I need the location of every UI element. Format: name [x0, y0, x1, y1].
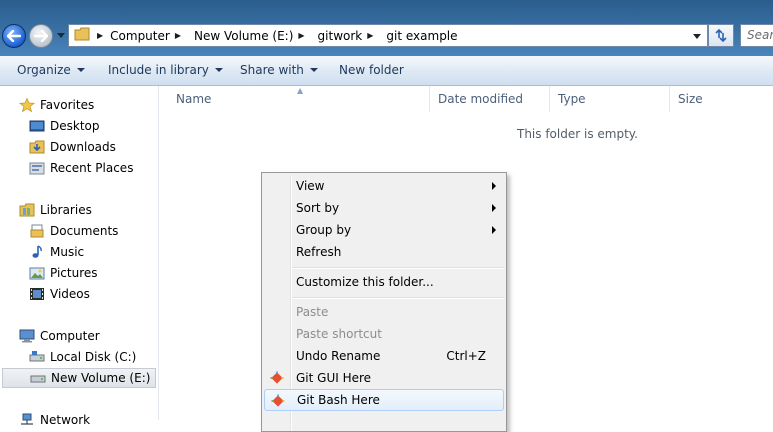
submenu-arrow-icon: [492, 204, 496, 212]
downloads-folder-icon: [29, 140, 45, 154]
share-with-button[interactable]: Share with: [240, 63, 318, 77]
include-in-library-button[interactable]: Include in library: [108, 63, 223, 77]
column-header-size[interactable]: Size: [670, 86, 773, 112]
nav-item-videos[interactable]: Videos: [29, 284, 90, 304]
menu-item-paste[interactable]: Paste: [264, 301, 504, 323]
navigation-pane: Favorites Desktop Downloads Recent Place…: [0, 86, 159, 427]
breadcrumb-root-chevron[interactable]: ▶: [92, 25, 110, 46]
pictures-icon: [29, 266, 45, 280]
forward-button[interactable]: [29, 24, 53, 48]
git-icon: [270, 371, 284, 384]
submenu-arrow-icon: [492, 182, 496, 190]
menu-item-customize-folder[interactable]: Customize this folder...: [264, 271, 504, 293]
shortcut-label: Ctrl+Z: [446, 349, 486, 363]
network-icon: [19, 413, 35, 427]
chevron-down-icon: [309, 68, 318, 72]
new-folder-button[interactable]: New folder: [339, 63, 404, 77]
column-header-name[interactable]: Name: [168, 86, 430, 112]
breadcrumb-gitwork[interactable]: gitwork ▶: [318, 25, 387, 46]
chevron-down-icon: [76, 68, 85, 72]
hard-drive-icon: [30, 371, 46, 385]
nav-item-desktop[interactable]: Desktop: [29, 116, 100, 136]
organize-button[interactable]: Organize: [17, 63, 85, 77]
git-icon: [271, 394, 285, 407]
menu-item-undo-rename[interactable]: Undo Rename Ctrl+Z: [264, 345, 504, 367]
computer-icon: [19, 329, 35, 343]
window-title-bar: ▶ Computer ▶ New Volume (E:) ▶ gitwork ▶ gi…: [0, 0, 773, 56]
nav-network[interactable]: Network: [19, 410, 90, 430]
nav-item-new-volume-e[interactable]: New Volume (E:): [2, 368, 156, 388]
command-bar: Organize Include in library Share with N…: [0, 56, 773, 86]
submenu-arrow-icon: [492, 226, 496, 234]
back-button[interactable]: [2, 24, 26, 48]
menu-separator: [292, 267, 504, 269]
nav-computer[interactable]: Computer: [19, 326, 100, 346]
music-note-icon: [29, 245, 45, 259]
back-arrow-icon: [7, 30, 21, 42]
chevron-down-icon: [214, 68, 223, 72]
menu-item-paste-shortcut[interactable]: Paste shortcut: [264, 323, 504, 345]
menu-item-git-bash-here[interactable]: Git Bash Here: [264, 389, 504, 411]
context-menu: View Sort by Group by Refresh Customize …: [261, 172, 507, 432]
breadcrumb-new-volume[interactable]: New Volume (E:) ▶: [194, 25, 318, 46]
nav-item-local-disk-c[interactable]: Local Disk (C:): [29, 347, 136, 367]
desktop-icon: [29, 119, 45, 133]
nav-item-music[interactable]: Music: [29, 242, 84, 262]
documents-icon: [29, 224, 45, 238]
menu-item-git-gui-here[interactable]: Git GUI Here: [264, 367, 504, 389]
menu-item-view[interactable]: View: [264, 175, 504, 197]
menu-separator: [292, 297, 504, 299]
nav-item-pictures[interactable]: Pictures: [29, 263, 98, 283]
forward-arrow-icon: [34, 30, 48, 42]
breadcrumb-computer[interactable]: Computer ▶: [110, 25, 194, 46]
recent-places-icon: [29, 161, 45, 175]
nav-libraries[interactable]: Libraries: [19, 200, 92, 220]
empty-folder-message: This folder is empty.: [517, 127, 638, 141]
folder-icon: [74, 27, 90, 44]
nav-item-recent-places[interactable]: Recent Places: [29, 158, 133, 178]
address-bar[interactable]: ▶ Computer ▶ New Volume (E:) ▶ gitwork ▶ gi…: [68, 24, 708, 47]
menu-item-group-by[interactable]: Group by: [264, 219, 504, 241]
libraries-icon: [19, 203, 35, 217]
column-header-type[interactable]: Type: [550, 86, 670, 112]
breadcrumb-git-example[interactable]: git example: [386, 25, 463, 46]
search-input[interactable]: Sear: [740, 24, 773, 47]
menu-item-sort-by[interactable]: Sort by: [264, 197, 504, 219]
nav-item-documents[interactable]: Documents: [29, 221, 118, 241]
videos-icon: [29, 287, 45, 301]
column-header-date-modified[interactable]: Date modified: [430, 86, 550, 112]
refresh-button[interactable]: [708, 24, 734, 47]
address-history-dropdown[interactable]: [693, 34, 701, 39]
recent-pages-dropdown[interactable]: [57, 33, 65, 38]
nav-item-downloads[interactable]: Downloads: [29, 137, 116, 157]
hard-drive-icon: [29, 350, 45, 364]
refresh-icon: [715, 28, 727, 43]
star-icon: [18, 97, 36, 113]
menu-item-refresh[interactable]: Refresh: [264, 241, 504, 263]
nav-favorites[interactable]: Favorites: [18, 95, 94, 115]
